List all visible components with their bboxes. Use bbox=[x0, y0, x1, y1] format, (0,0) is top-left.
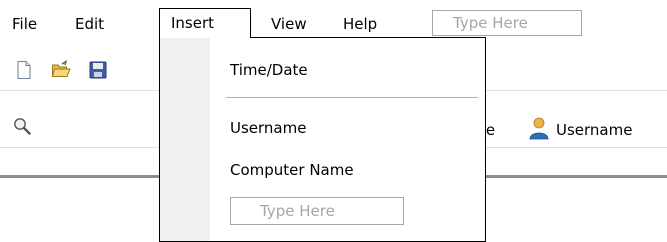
insert-menu-dropdown: Time/Date Username Computer Name Type He… bbox=[159, 37, 486, 242]
user-icon[interactable] bbox=[528, 116, 550, 140]
menu-insert[interactable]: Insert bbox=[159, 8, 251, 38]
menubar-type-here-field[interactable]: Type Here bbox=[432, 10, 582, 36]
menu-icon-gutter bbox=[160, 38, 210, 241]
menu-item-computer-name[interactable]: Computer Name bbox=[230, 159, 354, 181]
menu-type-here-field[interactable]: Type Here bbox=[230, 197, 404, 225]
save-icon[interactable] bbox=[88, 60, 108, 80]
menu-edit[interactable]: Edit bbox=[75, 10, 104, 38]
new-document-icon[interactable] bbox=[14, 60, 34, 80]
menu-file[interactable]: File bbox=[12, 10, 37, 38]
menu-view[interactable]: View bbox=[271, 10, 307, 38]
open-folder-icon[interactable] bbox=[51, 60, 71, 80]
menu-separator bbox=[226, 97, 478, 98]
search-icon[interactable] bbox=[12, 116, 32, 136]
menu-help[interactable]: Help bbox=[343, 10, 377, 38]
toolstrip-username-button-label[interactable]: Username bbox=[556, 120, 632, 140]
menu-item-username[interactable]: Username bbox=[230, 117, 306, 139]
menu-item-time-date[interactable]: Time/Date bbox=[230, 59, 308, 81]
